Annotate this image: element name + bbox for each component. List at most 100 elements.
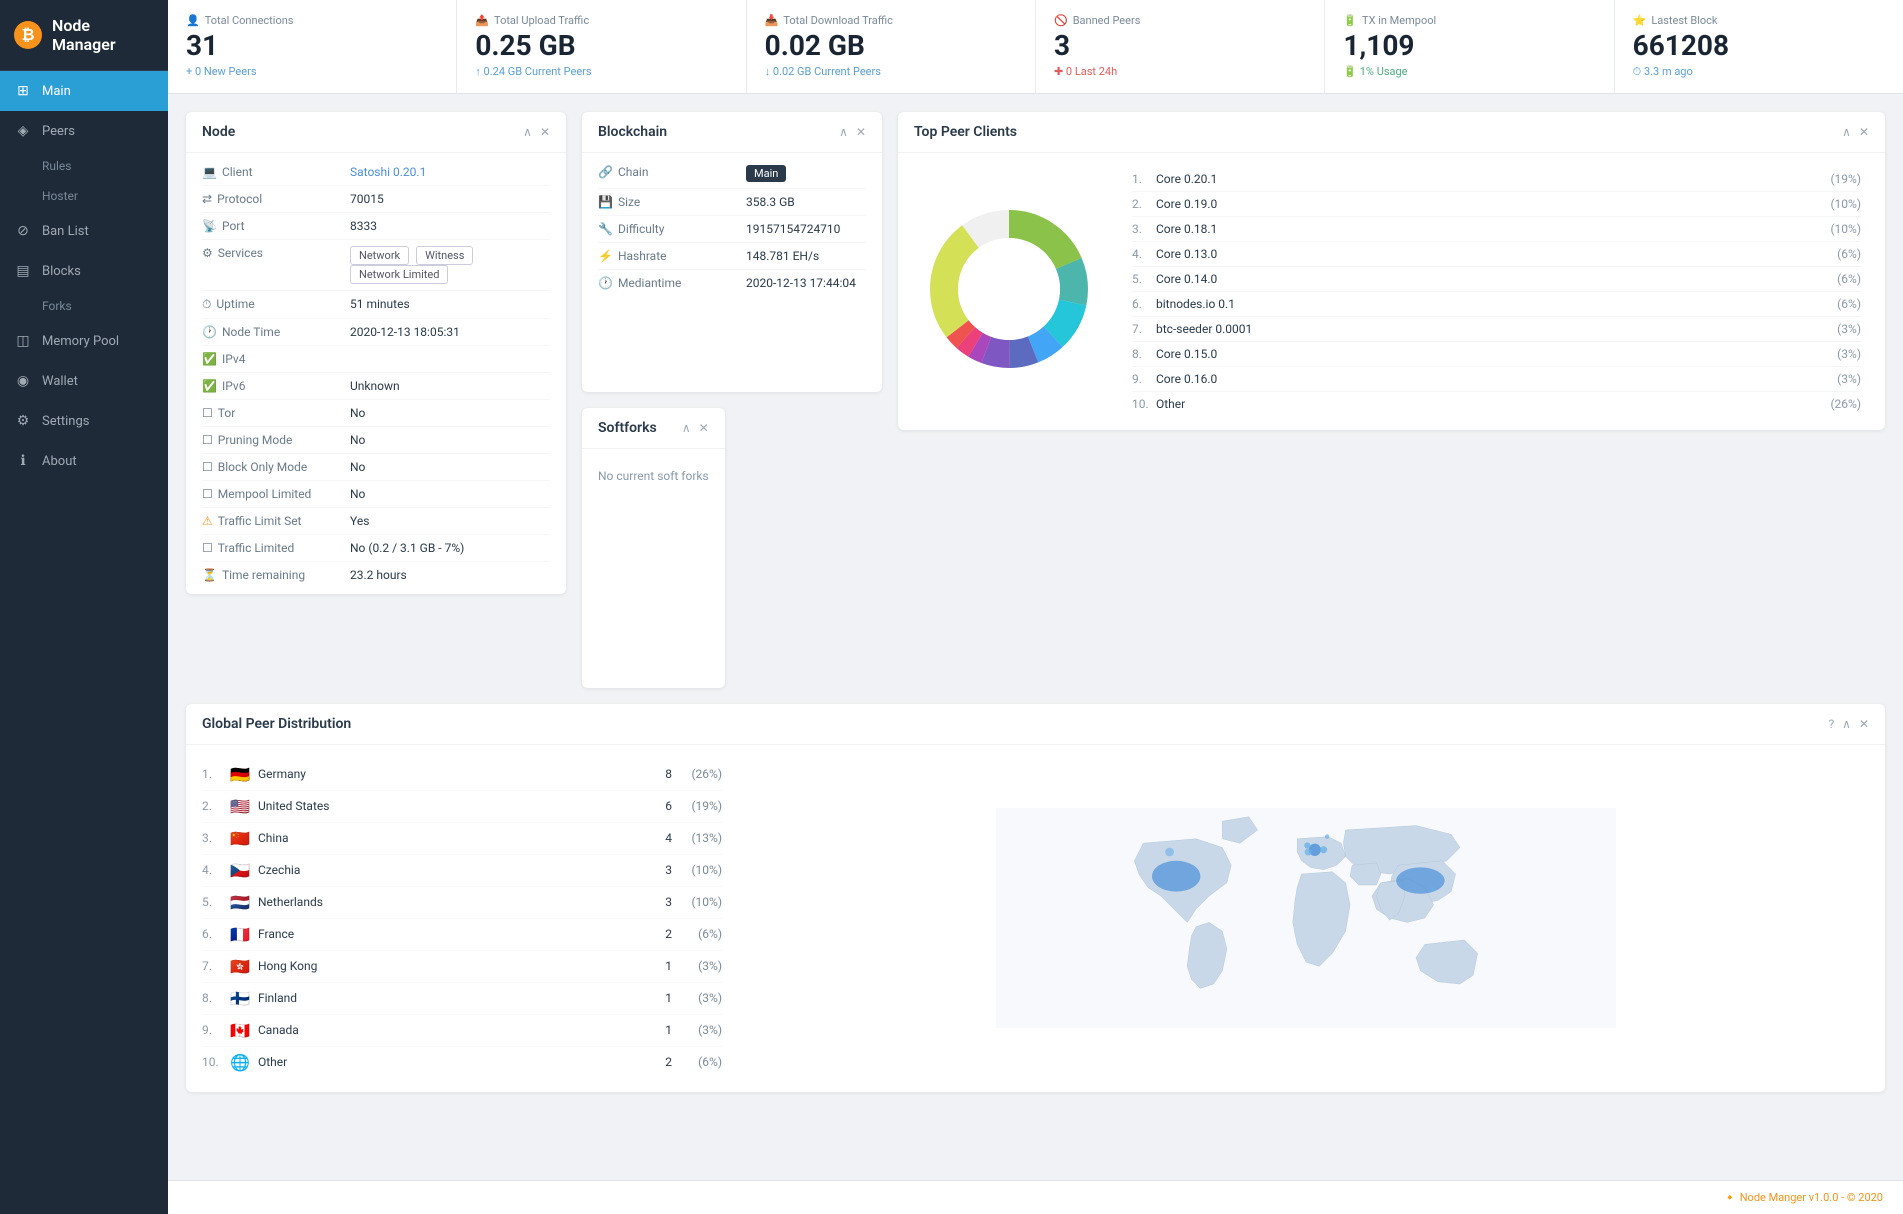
node-card-title: Node bbox=[202, 124, 235, 140]
node-collapse-btn[interactable]: ∧ bbox=[523, 125, 532, 139]
sidebar-item-main[interactable]: ⊞ Main bbox=[0, 71, 168, 111]
node-pruning-row: ☐ Pruning Mode No bbox=[202, 427, 550, 454]
node-card: Node ∧ ✕ 💻 Client Satoshi 0.20.1 ⇄ Proto… bbox=[186, 112, 566, 594]
stat-connections: 👤 Total Connections 31 + 0 New Peers bbox=[168, 0, 457, 93]
mediantime-label: 🕐 Mediantime bbox=[598, 276, 746, 290]
top-peers-close-btn[interactable]: ✕ bbox=[1859, 125, 1869, 139]
node-port-label: 📡 Port bbox=[202, 219, 350, 233]
node-time-remaining-value: 23.2 hours bbox=[350, 568, 550, 582]
distribution-collapse-btn[interactable]: ∧ bbox=[1842, 717, 1851, 731]
blockchain-collapse-btn[interactable]: ∧ bbox=[839, 125, 848, 139]
node-ipv6-row: ✅ IPv6 Unknown bbox=[202, 373, 550, 400]
node-client-label: 💻 Client bbox=[202, 165, 350, 179]
node-time-remaining-label: ⏳ Time remaining bbox=[202, 568, 350, 582]
peer-row-7: 7. btc-seeder 0.0001 (3%) bbox=[1132, 317, 1861, 342]
dist-row-10: 10. 🌐 Other 2 (6%) bbox=[202, 1047, 722, 1078]
distribution-card-title: Global Peer Distribution bbox=[202, 716, 351, 732]
sidebar-item-about[interactable]: ℹ About bbox=[0, 441, 168, 481]
mempool-stat-icon: 🔋 bbox=[1343, 14, 1357, 27]
stat-download-sub: ↓ 0.02 GB Current Peers bbox=[765, 65, 1017, 78]
sidebar-item-rules[interactable]: Rules bbox=[0, 151, 168, 181]
ban-icon: ⊘ bbox=[14, 222, 32, 240]
mediantime-value: 2020-12-13 17:44:04 bbox=[746, 276, 866, 290]
stat-banned-label: 🚫 Banned Peers bbox=[1054, 14, 1306, 27]
node-mempool-limited-value: No bbox=[350, 487, 550, 501]
sidebar-label-rules: Rules bbox=[42, 159, 71, 173]
peer-row-5: 5. Core 0.14.0 (6%) bbox=[1132, 267, 1861, 292]
node-port-value: 8333 bbox=[350, 219, 550, 233]
blockchain-close-btn[interactable]: ✕ bbox=[856, 125, 866, 139]
sidebar-label-peers: Peers bbox=[42, 124, 75, 139]
sidebar-item-ban-list[interactable]: ⊘ Ban List bbox=[0, 211, 168, 251]
softforks-card-body: No current soft forks bbox=[582, 449, 725, 503]
badge-witness: Witness bbox=[416, 246, 473, 265]
node-client-value: Satoshi 0.20.1 bbox=[350, 165, 550, 179]
dist-row-4: 4. 🇨🇿 Czechia 3 (10%) bbox=[202, 855, 722, 887]
upload-icon: 📤 bbox=[475, 14, 489, 27]
stat-download-value: 0.02 GB bbox=[765, 31, 1017, 62]
top-peers-title: Top Peer Clients bbox=[914, 124, 1017, 140]
node-traffic-limit-set-label: ⚠ Traffic Limit Set bbox=[202, 514, 350, 528]
stat-download-label: 📥 Total Download Traffic bbox=[765, 14, 1017, 27]
stat-upload-label: 📤 Total Upload Traffic bbox=[475, 14, 727, 27]
softforks-message: No current soft forks bbox=[598, 469, 709, 483]
stat-mempool: 🔋 TX in Mempool 1,109 🔋 1% Usage bbox=[1325, 0, 1614, 93]
node-card-controls: ∧ ✕ bbox=[523, 125, 550, 139]
difficulty-value: 19157154724710 bbox=[746, 222, 866, 236]
sidebar-label-about: About bbox=[42, 454, 77, 469]
dist-row-5: 5. 🇳🇱 Netherlands 3 (10%) bbox=[202, 887, 722, 919]
top-peers-header: Top Peer Clients ∧ ✕ bbox=[898, 112, 1885, 153]
softforks-collapse-btn[interactable]: ∧ bbox=[682, 421, 691, 435]
node-pruning-label: ☐ Pruning Mode bbox=[202, 433, 350, 447]
distribution-body: 1. 🇩🇪 Germany 8 (26%) 2. 🇺🇸 United State… bbox=[186, 745, 1885, 1092]
stat-block-sub: ⏱ 3.3 m ago bbox=[1633, 65, 1885, 79]
peer-pct-1: (19%) bbox=[1830, 172, 1861, 186]
node-ipv4-row: ✅ IPv4 bbox=[202, 346, 550, 373]
sidebar-item-blocks[interactable]: ▤ Blocks bbox=[0, 251, 168, 291]
node-time-value: 2020-12-13 18:05:31 bbox=[350, 325, 550, 339]
peer-name-1: Core 0.20.1 bbox=[1156, 172, 1830, 186]
distribution-close-btn[interactable]: ✕ bbox=[1859, 717, 1869, 731]
stat-connections-value: 31 bbox=[186, 31, 438, 62]
dist-row-2: 2. 🇺🇸 United States 6 (19%) bbox=[202, 791, 722, 823]
softforks-close-btn[interactable]: ✕ bbox=[699, 421, 709, 435]
blocks-icon: ▤ bbox=[14, 262, 32, 280]
footer-version: Node Manger v1.0.0 - © 2020 bbox=[1740, 1191, 1883, 1204]
blockchain-card: Blockchain ∧ ✕ 🔗 Chain Main bbox=[582, 112, 882, 392]
stat-block: ⭐ Lastest Block 661208 ⏱ 3.3 m ago bbox=[1615, 0, 1903, 93]
dist-row-1: 1. 🇩🇪 Germany 8 (26%) bbox=[202, 759, 722, 791]
settings-icon: ⚙ bbox=[14, 412, 32, 430]
peer-row-3: 3. Core 0.18.1 (10%) bbox=[1132, 217, 1861, 242]
node-blockonly-value: No bbox=[350, 460, 550, 474]
node-tor-value: No bbox=[350, 406, 550, 420]
top-row: Node ∧ ✕ 💻 Client Satoshi 0.20.1 ⇄ Proto… bbox=[186, 112, 1885, 688]
sidebar-item-hoster[interactable]: Hoster bbox=[0, 181, 168, 211]
sidebar-item-memory-pool[interactable]: ◫ Memory Pool bbox=[0, 321, 168, 361]
distribution-card-controls: ? ∧ ✕ bbox=[1828, 717, 1869, 731]
node-tor-label: ☐ Tor bbox=[202, 406, 350, 420]
sidebar-item-peers[interactable]: ◈ Peers bbox=[0, 111, 168, 151]
node-close-btn[interactable]: ✕ bbox=[540, 125, 550, 139]
sidebar-item-settings[interactable]: ⚙ Settings bbox=[0, 401, 168, 441]
distribution-help-btn[interactable]: ? bbox=[1828, 717, 1834, 731]
node-services-row: ⚙ Services Network Witness Network Limit… bbox=[202, 240, 550, 291]
sidebar-item-forks[interactable]: Forks bbox=[0, 291, 168, 321]
node-traffic-limit-set-value: Yes bbox=[350, 514, 550, 528]
node-uptime-label: ⏱ Uptime bbox=[202, 297, 350, 312]
sidebar-item-wallet[interactable]: ◉ Wallet bbox=[0, 361, 168, 401]
content-area: Node ∧ ✕ 💻 Client Satoshi 0.20.1 ⇄ Proto… bbox=[168, 94, 1903, 1180]
node-blockonly-row: ☐ Block Only Mode No bbox=[202, 454, 550, 481]
mediantime-row: 🕐 Mediantime 2020-12-13 17:44:04 bbox=[598, 270, 866, 296]
node-time-row: 🕐 Node Time 2020-12-13 18:05:31 bbox=[202, 319, 550, 346]
about-icon: ℹ bbox=[14, 452, 32, 470]
stat-mempool-sub: 🔋 1% Usage bbox=[1343, 65, 1595, 78]
node-pruning-value: No bbox=[350, 433, 550, 447]
stat-block-value: 661208 bbox=[1633, 31, 1885, 62]
node-uptime-row: ⏱ Uptime 51 minutes bbox=[202, 291, 550, 319]
sidebar-label-memory-pool: Memory Pool bbox=[42, 334, 119, 349]
top-peers-collapse-btn[interactable]: ∧ bbox=[1842, 125, 1851, 139]
softforks-card-controls: ∧ ✕ bbox=[682, 421, 709, 435]
stat-mempool-label: 🔋 TX in Mempool bbox=[1343, 14, 1595, 27]
peer-row-9: 9. Core 0.16.0 (3%) bbox=[1132, 367, 1861, 392]
node-ipv6-label: ✅ IPv6 bbox=[202, 379, 350, 393]
